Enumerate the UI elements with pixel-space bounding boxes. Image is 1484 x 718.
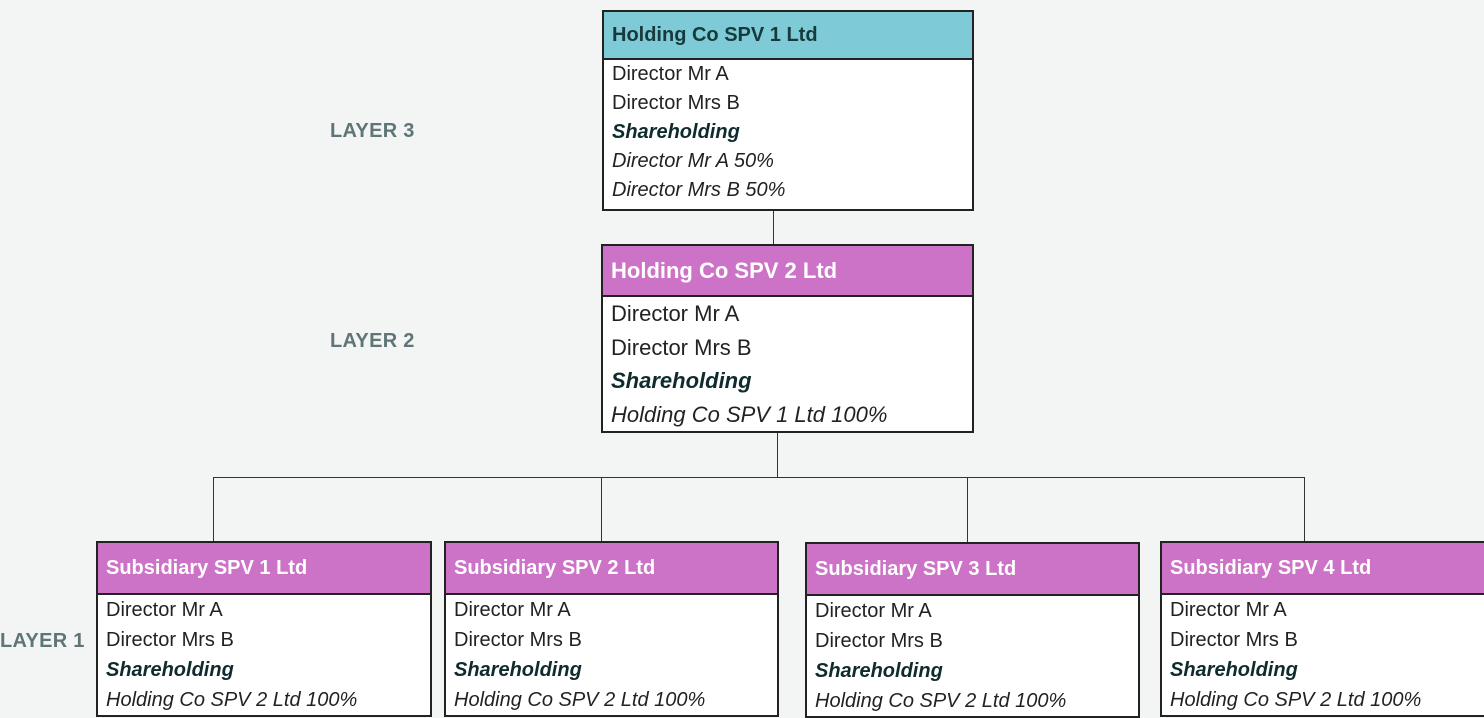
director-row: Director Mrs B: [611, 334, 752, 360]
director-row: Director Mrs B: [612, 92, 740, 114]
director-row: Director Mrs B: [1170, 629, 1298, 651]
holding-co-spv1-title: Holding Co SPV 1 Ltd: [604, 12, 972, 60]
shareholder-row: Holding Co SPV 2 Ltd 100%: [106, 689, 358, 711]
director-row: Director Mr A: [454, 599, 571, 621]
subsidiary-spv1-title: Subsidiary SPV 1 Ltd: [98, 543, 430, 595]
layer-2-label: LAYER 2: [330, 330, 415, 352]
org-structure-diagram: LAYER 3 LAYER 2 LAYER 1 Holding Co SPV 1…: [0, 0, 1484, 718]
subsidiary-spv4-title: Subsidiary SPV 4 Ltd: [1162, 543, 1484, 595]
director-row: Director Mr A: [611, 301, 740, 326]
connector-top-mid: [773, 211, 774, 244]
connector-sub1: [213, 477, 214, 541]
holding-co-spv2-box: Holding Co SPV 2 Ltd Director Mr A Direc…: [601, 244, 974, 433]
shareholding-heading: Shareholding: [454, 659, 582, 681]
shareholder-row: Director Mr A 50%: [612, 150, 774, 172]
layer-3-label: LAYER 3: [330, 120, 415, 142]
shareholding-heading: Shareholding: [815, 660, 943, 682]
shareholder-row: Holding Co SPV 2 Ltd 100%: [1170, 689, 1422, 711]
director-row: Director Mrs B: [815, 630, 943, 652]
shareholding-heading: Shareholding: [1170, 659, 1298, 681]
director-row: Director Mr A: [1170, 599, 1287, 621]
shareholding-heading: Shareholding: [612, 121, 740, 143]
director-row: Director Mrs B: [106, 629, 234, 651]
director-row: Director Mr A: [106, 599, 223, 621]
subsidiary-spv4-box: Subsidiary SPV 4 Ltd Director Mr A Direc…: [1160, 541, 1484, 717]
subsidiary-spv2-box: Subsidiary SPV 2 Ltd Director Mr A Direc…: [444, 541, 779, 717]
shareholder-row: Holding Co SPV 1 Ltd 100%: [611, 401, 888, 427]
director-row: Director Mrs B: [454, 629, 582, 651]
connector-sub2: [601, 477, 602, 541]
subsidiary-spv3-title: Subsidiary SPV 3 Ltd: [807, 544, 1138, 596]
connector-sub3: [967, 477, 968, 542]
director-row: Director Mr A: [815, 600, 932, 622]
shareholding-heading: Shareholding: [611, 368, 752, 393]
holding-co-spv1-box: Holding Co SPV 1 Ltd Director Mr A Direc…: [602, 10, 974, 211]
shareholding-heading: Shareholding: [106, 659, 234, 681]
shareholder-row: Holding Co SPV 2 Ltd 100%: [454, 689, 706, 711]
connector-horizontal-bus: [213, 477, 1304, 478]
shareholder-row: Director Mrs B 50%: [612, 179, 786, 201]
connector-mid-bus: [777, 433, 778, 477]
holding-co-spv2-title: Holding Co SPV 2 Ltd: [603, 246, 972, 297]
subsidiary-spv2-title: Subsidiary SPV 2 Ltd: [446, 543, 777, 595]
layer-1-label: LAYER 1: [0, 630, 85, 652]
connector-sub4: [1304, 477, 1305, 541]
subsidiary-spv3-box: Subsidiary SPV 3 Ltd Director Mr A Direc…: [805, 542, 1140, 718]
director-row: Director Mr A: [612, 63, 729, 85]
subsidiary-spv1-box: Subsidiary SPV 1 Ltd Director Mr A Direc…: [96, 541, 432, 717]
